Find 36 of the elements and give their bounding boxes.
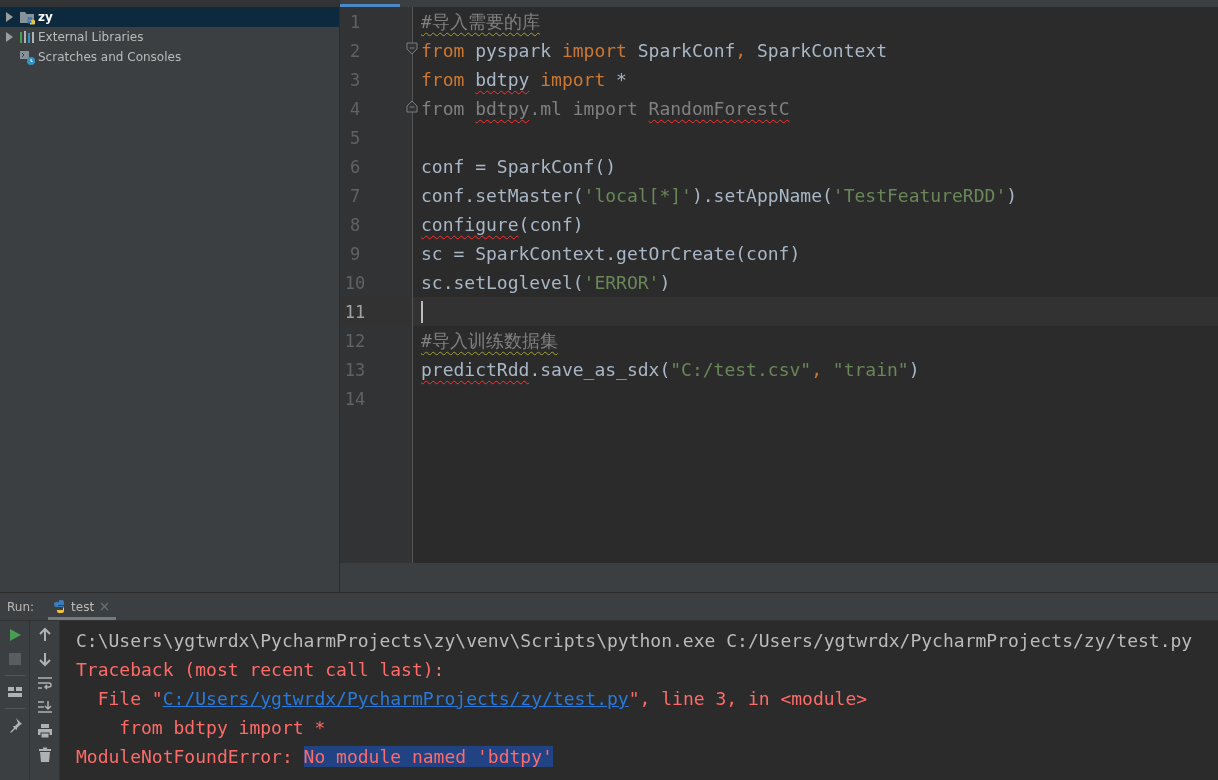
python-logo-icon bbox=[52, 599, 67, 614]
line-number: 11 bbox=[343, 301, 367, 322]
tree-item[interactable]: Scratches and Consoles bbox=[0, 47, 339, 67]
down-arrow-icon[interactable] bbox=[36, 651, 53, 667]
code-line: conf.setMaster('local[*]').setAppName('TestFeatureRDD') bbox=[420, 184, 1019, 208]
code-line: from bdtpy.ml import RandomForestC bbox=[420, 97, 791, 121]
tree-item[interactable]: zy bbox=[0, 7, 339, 27]
tree-item[interactable]: External Libraries bbox=[0, 27, 339, 47]
printer-icon[interactable] bbox=[36, 723, 53, 739]
console-line: from bdtpy import * bbox=[118, 716, 327, 740]
fold-marker-icon[interactable] bbox=[406, 100, 418, 113]
console-line: Traceback (most recent call last): bbox=[76, 658, 446, 682]
run-label: Run: bbox=[6, 599, 36, 614]
library-bars-icon bbox=[19, 29, 35, 45]
console-line: ModuleNotFoundError: No module named 'bdtpy' bbox=[76, 745, 554, 769]
text-caret bbox=[421, 300, 423, 323]
layout-icon[interactable] bbox=[6, 684, 23, 700]
active-tab-indicator bbox=[340, 4, 400, 7]
scroll-to-end-icon[interactable] bbox=[36, 699, 53, 715]
code-line: configure(conf) bbox=[420, 213, 585, 237]
code-line: from bdtpy import * bbox=[420, 68, 628, 92]
soft-wrap-icon[interactable] bbox=[36, 675, 53, 691]
code-line: predictRdd.save_as_sdx("C:/test.csv", "train") bbox=[420, 358, 921, 382]
scratch-clock-icon bbox=[19, 49, 35, 65]
code-line: conf = SparkConf() bbox=[420, 155, 618, 179]
console-line: C:\Users\ygtwrdx\PycharmProjects\zy\venv\Scripts\python.exe C:/Users/ygtwrdx/PycharmProjects/zy/test.py bbox=[76, 629, 1194, 653]
code-line: from pyspark import SparkConf, SparkContext bbox=[420, 39, 889, 63]
code-line: #导入需要的库 bbox=[420, 9, 541, 34]
code-line: #导入训练数据集 bbox=[420, 328, 559, 353]
code-line: sc.setLoglevel('ERROR') bbox=[420, 271, 672, 295]
code-line: sc = SparkContext.getOrCreate(conf) bbox=[420, 242, 802, 266]
python-folder-icon bbox=[19, 9, 35, 25]
fold-marker-icon[interactable] bbox=[406, 42, 418, 55]
trash-icon[interactable] bbox=[36, 747, 53, 763]
console-line: File "C:/Users/ygtwrdx/PycharmProjects/zy/test.py", line 3, in <module> bbox=[96, 687, 869, 711]
file-link[interactable]: C:/Users/ygtwrdx/PycharmProjects/zy/test.py bbox=[162, 688, 629, 709]
